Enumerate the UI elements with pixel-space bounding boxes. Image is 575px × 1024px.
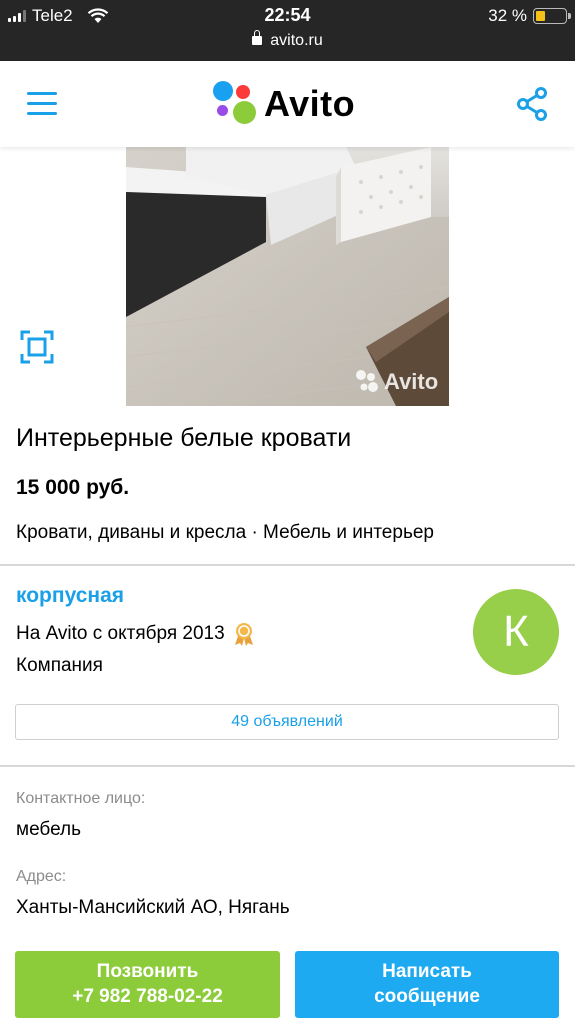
address-label: Адрес: bbox=[16, 868, 67, 885]
lock-icon bbox=[252, 30, 263, 45]
logo-text: Avito bbox=[264, 83, 356, 124]
address-value: Ханты-Мансийский АО, Нягань bbox=[16, 897, 290, 918]
seller-avatar[interactable]: К bbox=[473, 589, 559, 675]
divider bbox=[0, 765, 575, 767]
site-header: Avito bbox=[0, 61, 575, 147]
status-bar: Tele2 22:54 32 % avito.ru bbox=[0, 0, 575, 61]
address-bar[interactable]: avito.ru bbox=[0, 30, 575, 50]
listing-photo[interactable]: Avito bbox=[126, 147, 449, 406]
seller-type: Компания bbox=[16, 655, 103, 676]
photo-watermark: Avito bbox=[384, 369, 439, 394]
contact-person-label: Контактное лицо: bbox=[16, 790, 146, 807]
seller-name-link[interactable]: корпусная bbox=[16, 584, 124, 608]
avito-logo[interactable]: Avito bbox=[212, 81, 355, 127]
listing-title: Интерьерные белые кровати bbox=[16, 424, 352, 452]
message-button-line2: сообщение bbox=[374, 985, 480, 1007]
battery-icon bbox=[533, 8, 571, 24]
logo-dots-icon bbox=[212, 81, 258, 127]
seller-ads-button[interactable]: 49 объявлений bbox=[15, 704, 559, 740]
status-right: 32 % bbox=[488, 6, 571, 26]
call-button[interactable]: Позвонить +7 982 788-02-22 bbox=[15, 951, 280, 1018]
call-button-phone: +7 982 788-02-22 bbox=[72, 985, 223, 1007]
seller-since-text: На Avito с октября 2013 bbox=[16, 623, 225, 644]
url-text: avito.ru bbox=[270, 32, 323, 49]
listing-price: 15 000 руб. bbox=[16, 476, 130, 499]
medal-icon bbox=[234, 623, 253, 646]
listing-category[interactable]: Кровати, диваны и кресла · Мебель и инте… bbox=[16, 522, 434, 544]
share-icon[interactable] bbox=[516, 87, 548, 121]
menu-icon[interactable] bbox=[27, 92, 57, 116]
message-button[interactable]: Написать сообщение bbox=[295, 951, 559, 1018]
bed-photo-illustration bbox=[126, 147, 449, 406]
battery-percent: 32 % bbox=[488, 6, 527, 25]
divider bbox=[0, 564, 575, 566]
fullscreen-icon[interactable] bbox=[20, 330, 54, 364]
contact-person-value: мебель bbox=[16, 819, 82, 840]
photo-gallery: Avito bbox=[0, 147, 575, 406]
message-button-line1: Написать bbox=[382, 960, 472, 982]
seller-since: На Avito с октября 2013 bbox=[16, 622, 255, 646]
call-button-label: Позвонить bbox=[96, 960, 199, 982]
